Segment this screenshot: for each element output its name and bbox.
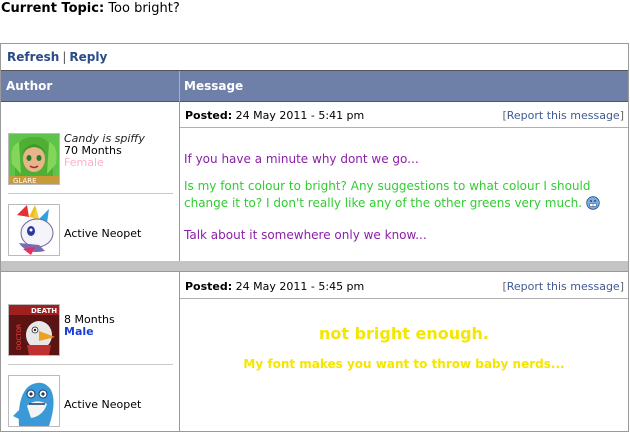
bracket-close: ] — [619, 280, 624, 293]
posted-time: 24 May 2011 - 5:45 pm — [235, 280, 365, 293]
message-line-2-wrap: Is my font colour to bright? Any suggest… — [184, 178, 624, 215]
topic-title: Too bright? — [108, 1, 180, 16]
refresh-link[interactable]: Refresh — [7, 50, 59, 64]
topic-label: Current Topic: — [1, 1, 105, 16]
post-2-message: Posted: 24 May 2011 - 5:45 pm [Report th… — [180, 272, 628, 432]
posted-label: Posted: — [185, 109, 233, 122]
report-wrapper: [Report this message] — [502, 109, 624, 122]
author-gender: Female — [64, 156, 104, 169]
header-divider — [179, 71, 180, 101]
post-1: GLARE Candy is spiffy 70 Months Female A… — [1, 101, 628, 262]
report-message-link[interactable]: Report this message — [507, 109, 620, 122]
svg-text:DEATH: DEATH — [31, 307, 57, 315]
author-divider — [8, 193, 173, 194]
posted-time: 24 May 2011 - 5:41 pm — [235, 109, 365, 122]
reply-link[interactable]: Reply — [69, 50, 107, 64]
post-2: DEATH DOCTOR 8 Months Male Active Neopet… — [1, 272, 628, 432]
pet-status: Active Neopet — [64, 227, 142, 240]
current-topic: Current Topic: Too bright? — [1, 1, 180, 16]
report-wrapper: [Report this message] — [502, 280, 624, 293]
posted-info: Posted: 24 May 2011 - 5:41 pm — [185, 109, 364, 122]
message-line-1: If you have a minute why dont we go... — [184, 152, 419, 166]
author-divider — [8, 364, 173, 365]
post-1-message: Posted: 24 May 2011 - 5:41 pm [Report th… — [180, 101, 628, 261]
post-2-user-info: 8 Months Male — [64, 314, 115, 338]
post-2-posted-bar: Posted: 24 May 2011 - 5:45 pm [Report th… — [180, 272, 628, 299]
message-line-2: Is my font colour to bright? Any suggest… — [184, 179, 591, 210]
message-board: Refresh | Reply Author Message GLARE Can… — [0, 43, 629, 432]
neopet-icon[interactable] — [8, 375, 60, 427]
author-column-header: Author — [6, 79, 53, 93]
user-avatar-icon[interactable]: GLARE — [8, 133, 60, 185]
grin-emoticon-icon — [586, 196, 600, 215]
post-1-user-info: Candy is spiffy 70 Months Female — [64, 133, 145, 169]
board-actions: Refresh | Reply — [7, 50, 107, 64]
svg-text:GLARE: GLARE — [13, 177, 37, 184]
posted-label: Posted: — [185, 280, 233, 293]
neopet-icon[interactable] — [8, 204, 60, 256]
message-line-3: Talk about it somewhere only we know... — [184, 228, 427, 242]
post-1-posted-bar: Posted: 24 May 2011 - 5:41 pm [Report th… — [180, 101, 628, 128]
message-line-2: My font makes you want to throw baby ner… — [243, 357, 565, 371]
user-avatar-icon[interactable]: DEATH DOCTOR — [8, 304, 60, 356]
message-column-header: Message — [184, 79, 244, 93]
pet-status: Active Neopet — [64, 398, 142, 411]
table-header: Author Message — [1, 70, 628, 102]
post-1-author: GLARE Candy is spiffy 70 Months Female A… — [1, 101, 180, 261]
report-message-link[interactable]: Report this message — [507, 280, 620, 293]
post-separator — [1, 261, 628, 272]
svg-text:DOCTOR: DOCTOR — [16, 324, 23, 350]
message-line-1: not bright enough. — [318, 324, 490, 343]
action-separator: | — [62, 50, 67, 64]
bracket-close: ] — [619, 109, 624, 122]
posted-info: Posted: 24 May 2011 - 5:45 pm — [185, 280, 364, 293]
post-2-author: DEATH DOCTOR 8 Months Male Active Neopet — [1, 272, 180, 432]
author-gender: Male — [64, 325, 94, 338]
